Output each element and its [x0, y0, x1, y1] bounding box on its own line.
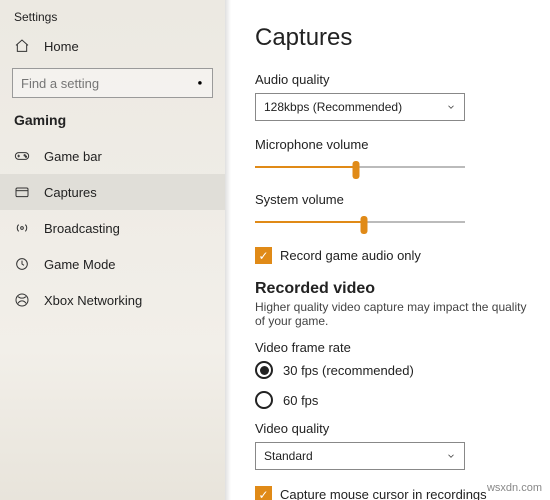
- record-audio-only-row[interactable]: ✓ Record game audio only: [255, 247, 532, 264]
- home-icon: [14, 38, 30, 54]
- game-mode-icon: [14, 256, 30, 272]
- section-title: Gaming: [0, 112, 225, 138]
- radio-icon[interactable]: [255, 391, 273, 409]
- slider-thumb[interactable]: [361, 216, 368, 234]
- page-heading: Captures: [255, 24, 532, 52]
- search-icon: [197, 80, 204, 87]
- checkbox-icon[interactable]: ✓: [255, 486, 272, 500]
- home-label: Home: [44, 39, 79, 54]
- nav-item-label: Broadcasting: [44, 221, 120, 236]
- video-quality-value: Standard: [264, 449, 313, 463]
- audio-quality-value: 128kbps (Recommended): [264, 100, 402, 114]
- nav-item-label: Xbox Networking: [44, 293, 142, 308]
- recorded-video-heading: Recorded video: [255, 280, 532, 298]
- frame-rate-option-label: 30 fps (recommended): [283, 363, 414, 378]
- nav-item-broadcasting[interactable]: Broadcasting: [0, 210, 225, 246]
- search-input[interactable]: [21, 76, 197, 91]
- nav-item-label: Game bar: [44, 149, 102, 164]
- game-bar-icon: [14, 148, 30, 164]
- mic-volume-slider[interactable]: [255, 158, 465, 176]
- video-quality-select[interactable]: Standard: [255, 442, 465, 470]
- mic-volume-label: Microphone volume: [255, 137, 532, 152]
- frame-rate-option-label: 60 fps: [283, 393, 318, 408]
- video-quality-label: Video quality: [255, 421, 532, 436]
- nav-item-label: Captures: [44, 185, 97, 200]
- frame-rate-option-60[interactable]: 60 fps: [255, 391, 532, 409]
- xbox-icon: [14, 292, 30, 308]
- audio-quality-select[interactable]: 128kbps (Recommended): [255, 93, 465, 121]
- sidebar: Settings Home Gaming Game bar Captures B…: [0, 0, 225, 500]
- nav: Game bar Captures Broadcasting Game Mode…: [0, 138, 225, 318]
- nav-item-game-mode[interactable]: Game Mode: [0, 246, 225, 282]
- frame-rate-label: Video frame rate: [255, 340, 532, 355]
- checkbox-icon[interactable]: ✓: [255, 247, 272, 264]
- slider-fill: [255, 221, 364, 223]
- chevron-down-icon: [446, 451, 456, 461]
- nav-item-label: Game Mode: [44, 257, 116, 272]
- home-button[interactable]: Home: [0, 30, 225, 64]
- content: Captures Audio quality 128kbps (Recommen…: [225, 0, 550, 500]
- recorded-video-help: Higher quality video capture may impact …: [255, 300, 532, 328]
- sys-volume-label: System volume: [255, 192, 532, 207]
- record-audio-only-label: Record game audio only: [280, 248, 421, 263]
- window-title: Settings: [0, 10, 225, 30]
- slider-thumb[interactable]: [352, 161, 359, 179]
- nav-item-game-bar[interactable]: Game bar: [0, 138, 225, 174]
- audio-quality-label: Audio quality: [255, 72, 532, 87]
- frame-rate-option-30[interactable]: 30 fps (recommended): [255, 361, 532, 379]
- watermark: wsxdn.com: [487, 482, 542, 494]
- search-box[interactable]: [12, 68, 213, 98]
- sys-volume-slider[interactable]: [255, 213, 465, 231]
- captures-icon: [14, 184, 30, 200]
- nav-item-captures[interactable]: Captures: [0, 174, 225, 210]
- chevron-down-icon: [446, 102, 456, 112]
- slider-fill: [255, 166, 356, 168]
- broadcasting-icon: [14, 220, 30, 236]
- capture-cursor-label: Capture mouse cursor in recordings: [280, 487, 487, 500]
- radio-icon[interactable]: [255, 361, 273, 379]
- nav-item-xbox-networking[interactable]: Xbox Networking: [0, 282, 225, 318]
